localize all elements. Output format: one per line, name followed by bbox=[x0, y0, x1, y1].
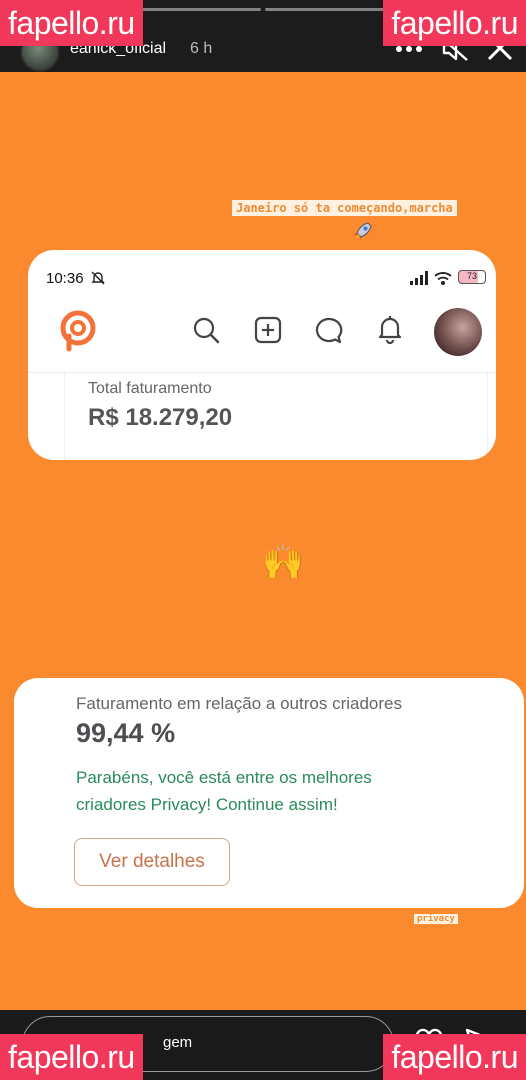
watermark: fapello.ru bbox=[0, 1034, 143, 1080]
total-earnings-label: Total faturamento bbox=[88, 380, 212, 397]
ranking-label: Faturamento em relação a outros criadore… bbox=[76, 694, 402, 713]
chat-icon[interactable] bbox=[314, 316, 344, 346]
progress-segment bbox=[137, 8, 261, 11]
signal-icon bbox=[410, 271, 428, 285]
bell-off-icon bbox=[91, 271, 105, 285]
story-time: 6 h bbox=[190, 40, 213, 57]
rocket-icon bbox=[354, 222, 372, 240]
story-caption: Janeiro só ta começando,marcha bbox=[232, 200, 457, 216]
bell-icon[interactable] bbox=[376, 314, 404, 344]
add-icon[interactable] bbox=[254, 316, 282, 344]
watermark: fapello.ru bbox=[0, 0, 143, 46]
ranking-value: 99,44 % bbox=[76, 718, 176, 748]
watermark: fapello.ru bbox=[383, 1034, 526, 1080]
raising-hands-sticker: 🙌 bbox=[262, 543, 305, 581]
view-details-button[interactable]: Ver detalhes bbox=[74, 838, 230, 886]
progress-segment bbox=[265, 8, 389, 11]
total-earnings-value: R$ 18.279,20 bbox=[88, 404, 233, 431]
ranking-screenshot: Faturamento em relação a outros criadore… bbox=[14, 678, 524, 908]
wifi-icon bbox=[434, 272, 452, 285]
congrats-message: Parabéns, você está entre os melhores cr… bbox=[76, 768, 372, 814]
profile-avatar[interactable] bbox=[434, 308, 482, 356]
status-time: 10:36 bbox=[46, 270, 84, 287]
earnings-screenshot: 10:36 73 Total faturamento R$ 18.279,20 bbox=[28, 250, 496, 460]
privacy-tag: privacy bbox=[414, 914, 458, 924]
battery-indicator: 73 bbox=[458, 270, 486, 284]
watermark: fapello.ru bbox=[383, 0, 526, 46]
story-canvas[interactable]: Janeiro só ta começando,marcha 10:36 73 bbox=[0, 72, 526, 1010]
search-icon[interactable] bbox=[192, 316, 220, 344]
privacy-logo-icon bbox=[60, 310, 96, 352]
